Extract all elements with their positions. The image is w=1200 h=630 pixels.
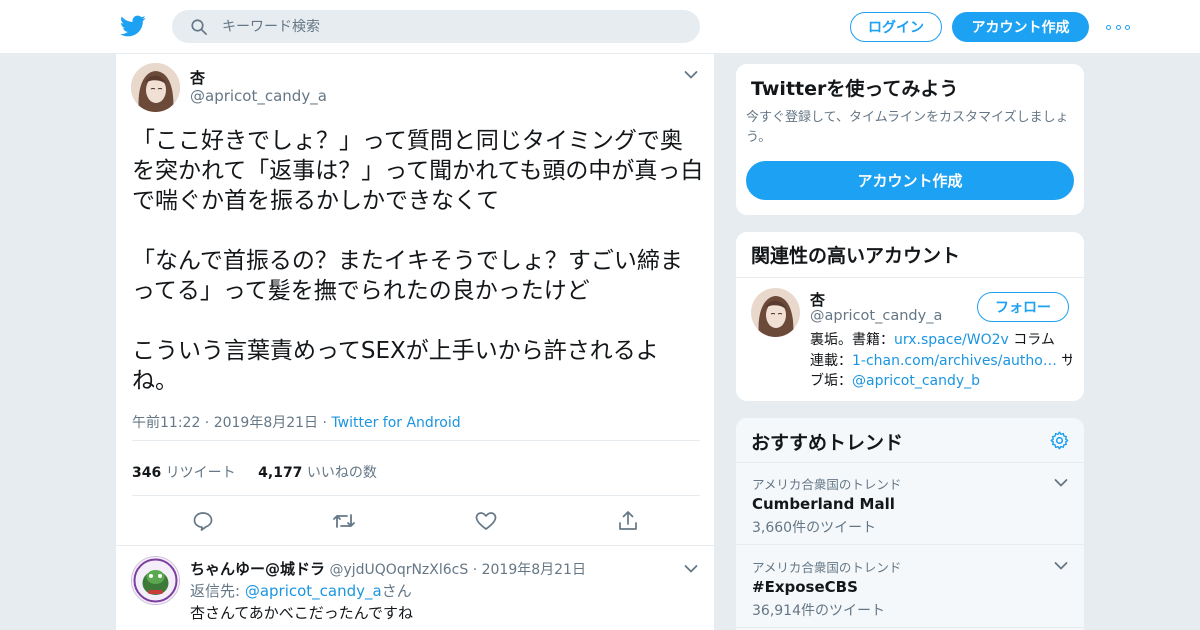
related-account-handle[interactable]: @apricot_candy_a <box>810 308 942 324</box>
author-name[interactable]: 杏 <box>190 67 205 88</box>
signup-card: Twitterを使ってみよう 今すぐ登録して、タイムラインをカスタマイズしましょ… <box>735 63 1085 216</box>
bio-link[interactable]: @apricot_candy_b <box>852 373 980 389</box>
reply-date[interactable]: · 2019年8月21日 <box>473 562 586 578</box>
reply-to-context: 返信先: @apricot_candy_aさん <box>190 580 412 601</box>
bio-text: コラム <box>1008 332 1055 348</box>
bio-link[interactable]: 1-chan.com/archives/autho… <box>852 353 1057 369</box>
author-handle[interactable]: @apricot_candy_a <box>190 87 327 105</box>
related-account-bio: 裏垢。書籍：urx.space/WO2v コラム 連載：1-chan.com/a… <box>810 330 1072 392</box>
retweet-icon[interactable] <box>332 509 356 533</box>
search-icon <box>191 19 207 35</box>
chevron-down-icon[interactable] <box>684 564 698 574</box>
bio-line: ブ垢：@apricot_candy_b <box>810 371 1072 392</box>
tweet-client-link[interactable]: Twitter for Android <box>331 415 460 431</box>
avatar[interactable] <box>131 556 180 605</box>
like-stat[interactable]: 4,177 いいねの数 <box>258 465 377 481</box>
related-accounts-card: 関連性の高いアカウント 杏 @apricot_candy_a フォロー 裏垢。書… <box>735 231 1085 402</box>
signup-card-subtitle: 今すぐ登録して、タイムラインをカスタマイズしましょ う。 <box>746 108 1081 148</box>
trend-name[interactable]: #ExposeCBS <box>752 578 858 596</box>
related-accounts-title: 関連性の高いアカウント <box>751 245 961 267</box>
chevron-down-icon[interactable] <box>1054 561 1068 571</box>
trend-item[interactable]: アメリカ合衆国のトレンド #ExposeCBS 36,914件のツイート <box>736 546 1084 628</box>
tweet-timestamp[interactable]: 午前11:22 · 2019年8月21日 <box>132 415 318 431</box>
bio-text: サ <box>1057 353 1072 369</box>
tweet-text-line: 「ここ好きでしょ？」って質問と同じタイミングで奥 <box>132 128 683 154</box>
retweet-label: リツイート <box>165 465 236 481</box>
tweet-text-line <box>132 306 707 336</box>
tweet-text-line: を突かれて「返事は？」って聞かれても頭の中が真っ白 <box>132 158 704 184</box>
trend-name[interactable]: Cumberland Mall <box>752 495 895 513</box>
trends-header: おすすめトレンド <box>736 418 1084 463</box>
more-icon[interactable] <box>1106 18 1130 36</box>
twitter-logo-icon[interactable] <box>120 13 146 39</box>
tweet-text-line: ね。 <box>132 368 178 394</box>
tweet-text-line <box>132 216 707 246</box>
reply-icon[interactable] <box>191 509 215 533</box>
top-navigation-bar: ログイン アカウント作成 <box>0 0 1200 54</box>
reply-text: 杏さんてあかべこだったんですね <box>190 604 414 622</box>
subtitle-line: う。 <box>746 130 772 145</box>
like-icon[interactable] <box>474 509 498 533</box>
trend-item[interactable]: アメリカ合衆国のトレンド Cumberland Mall 3,660件のツイート <box>736 463 1084 545</box>
tweet-detail-column: 杏 @apricot_candy_a 「ここ好きでしょ？」って質問と同じタイミン… <box>115 54 715 630</box>
divider <box>736 277 1084 278</box>
trends-card: おすすめトレンド アメリカ合衆国のトレンド Cumberland Mall 3,… <box>735 417 1085 630</box>
bio-text: ブ垢： <box>810 373 852 389</box>
tweet-text: 「ここ好きでしょ？」って質問と同じタイミングで奥 を突かれて「返事は？」って聞か… <box>132 126 707 396</box>
login-button[interactable]: ログイン <box>850 12 942 42</box>
bio-link[interactable]: urx.space/WO2v <box>894 332 1009 348</box>
trend-tweet-count: 3,660件のツイート <box>752 520 877 536</box>
subtitle-line: 今すぐ登録して、タイムラインをカスタマイズしましょ <box>746 110 1069 125</box>
tweet-text-line: 「なんで首振るの？またイキそうでしょ？すごい締ま <box>132 248 683 274</box>
bio-text: 裏垢。書籍： <box>810 332 894 348</box>
like-label: いいねの数 <box>306 465 377 481</box>
trend-tweet-count: 36,914件のツイート <box>752 603 885 619</box>
trend-context: アメリカ合衆国のトレンド <box>752 560 902 575</box>
reply-author-name[interactable]: ちゃんゆー@城ドラ <box>190 560 325 578</box>
tweet-metadata: 午前11:22 · 2019年8月21日 · Twitter for Andro… <box>132 412 461 432</box>
trend-context: アメリカ合衆国のトレンド <box>752 477 902 492</box>
divider <box>132 495 700 496</box>
retweet-stat[interactable]: 346 リツイート <box>132 465 236 481</box>
chevron-down-icon[interactable] <box>684 70 698 80</box>
search-box <box>172 10 700 43</box>
follow-button[interactable]: フォロー <box>977 292 1069 322</box>
signup-button[interactable]: アカウント作成 <box>952 12 1089 42</box>
chevron-down-icon[interactable] <box>1054 478 1068 488</box>
settings-gear-icon[interactable] <box>1049 430 1070 451</box>
trends-title: おすすめトレンド <box>751 432 904 454</box>
tweet-stats: 346 リツイート 4,177 いいねの数 <box>132 462 395 482</box>
meta-separator: · <box>322 415 327 431</box>
bio-line: 連載：1-chan.com/archives/autho… サ <box>810 351 1072 372</box>
reply-to-suffix: さん <box>381 582 412 600</box>
search-input[interactable] <box>222 10 682 43</box>
tweet-text-line: こういう言葉責めってSEXが上手いから許されるよ <box>132 338 659 364</box>
share-icon[interactable] <box>616 509 640 533</box>
reply-author-handle[interactable]: @yjdUQOqrNzXl6cS <box>329 562 468 578</box>
retweet-count: 346 <box>132 465 162 481</box>
reply-to-handle-link[interactable]: @apricot_candy_a <box>245 582 382 600</box>
signup-card-button[interactable]: アカウント作成 <box>746 161 1074 200</box>
reply-to-prefix: 返信先: <box>190 582 245 600</box>
bio-text: 連載： <box>810 352 852 369</box>
avatar[interactable] <box>131 63 180 112</box>
tweet-action-bar <box>116 509 714 533</box>
like-count: 4,177 <box>258 465 303 481</box>
avatar[interactable] <box>751 288 800 337</box>
bio-line: 裏垢。書籍：urx.space/WO2v コラム <box>810 330 1072 351</box>
tweet-text-line: で喘ぐか首を振るかしかできなくて <box>132 188 500 214</box>
reply-tweet[interactable]: ちゃんゆー@城ドラ @yjdUQOqrNzXl6cS · 2019年8月21日 … <box>116 545 714 630</box>
related-account-name[interactable]: 杏 <box>810 289 825 310</box>
divider <box>132 440 700 441</box>
tweet-text-line: ってる」って髪を撫でられたの良かったけど <box>132 278 590 304</box>
signup-card-title: Twitterを使ってみよう <box>751 78 959 100</box>
reply-header: ちゃんゆー@城ドラ @yjdUQOqrNzXl6cS · 2019年8月21日 <box>190 558 586 579</box>
